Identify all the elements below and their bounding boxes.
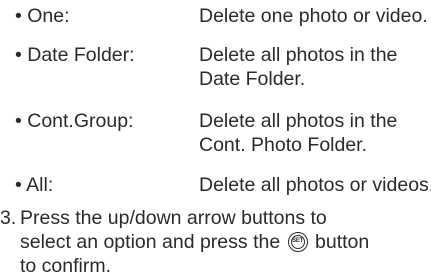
option-description-line: Delete all photos in the [199,110,398,132]
step-text-line: to confirm. [20,255,112,277]
option-term: • Cont.Group: [15,110,134,132]
option-description: Delete all photos in the Date Folder. [199,43,431,91]
option-description-line: Delete one photo or video. [199,5,428,27]
option-description: Delete all photos in the Cont. Photo Fol… [199,109,431,157]
set-button-icon: SET [287,232,308,252]
step-text-segment: button [315,231,370,253]
option-description-line: Cont. Photo Folder. [199,134,368,156]
manual-page: • One: Delete one photo or video. • Date… [0,0,431,278]
option-term: • One: [15,5,70,27]
option-term: • All: [15,174,54,196]
step-number: 3. [0,207,17,229]
step-text-line: select an option and press the SET butto… [20,230,430,254]
step-text: Press the up/down arrow buttons to selec… [20,206,430,278]
set-icon-label: SET [292,238,304,244]
step-text-line: Press the up/down arrow buttons to [20,207,327,229]
step-text-segment: select an option and press the [20,231,281,253]
option-description-line: Delete all photos or videos. [199,174,431,196]
option-description: Delete all photos or videos. [199,173,431,197]
option-description-line: Date Folder. [199,68,306,90]
option-description-line: Delete all photos in the [199,44,398,66]
option-term: • Date Folder: [15,44,135,66]
option-description: Delete one photo or video. [199,4,431,28]
